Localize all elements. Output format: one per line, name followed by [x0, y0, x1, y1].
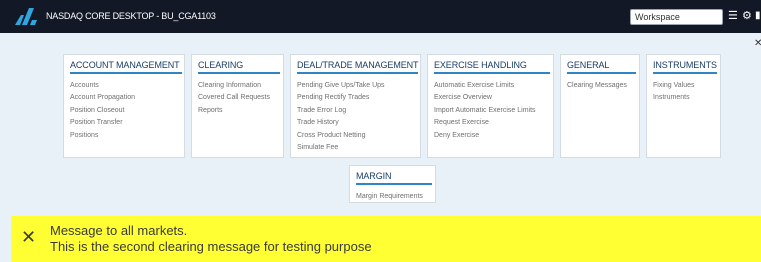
card-items: Automatic Exercise Limits Exercise Overv… [434, 80, 536, 142]
menu-item-reports[interactable]: Reports [198, 105, 270, 117]
card-general: GENERAL Clearing Messages [560, 54, 640, 158]
menu-item-covered-call-requests[interactable]: Covered Call Requests [198, 92, 270, 104]
card-items: Margin Requirements [356, 191, 423, 203]
message-banner: ✕ Message to all markets. This is the se… [11, 216, 761, 262]
card-underline [567, 72, 636, 74]
card-exercise-handling: EXERCISE HANDLING Automatic Exercise Lim… [427, 54, 554, 158]
card-title: EXERCISE HANDLING [434, 60, 527, 70]
banner-message-body: This is the second clearing message for … [50, 239, 372, 254]
app-title: NASDAQ CORE DESKTOP - BU_CGA1103 [46, 11, 216, 21]
card-underline [297, 72, 418, 74]
hamburger-icon[interactable]: ☰ [728, 10, 738, 22]
card-account-management: ACCOUNT MANAGEMENT Accounts Account Prop… [63, 54, 185, 158]
card-items: Clearing Information Covered Call Reques… [198, 80, 270, 117]
gear-icon[interactable]: ⚙ [742, 10, 752, 22]
card-margin: MARGIN Margin Requirements [349, 165, 436, 203]
menu-item-exercise-overview[interactable]: Exercise Overview [434, 92, 536, 104]
menu-item-fixing-values[interactable]: Fixing Values [653, 80, 695, 92]
menu-item-margin-requirements[interactable]: Margin Requirements [356, 191, 423, 203]
menu-item-automatic-exercise-limits[interactable]: Automatic Exercise Limits [434, 80, 536, 92]
menu-item-position-closeout[interactable]: Position Closeout [70, 105, 135, 117]
close-icon[interactable]: ✕ [754, 38, 761, 49]
menu-item-trade-history[interactable]: Trade History [297, 117, 385, 129]
card-underline [653, 72, 717, 74]
workspace-select[interactable]: Workspace [630, 9, 723, 25]
menu-item-clearing-information[interactable]: Clearing Information [198, 80, 270, 92]
menu-item-pending-give-ups[interactable]: Pending Give Ups/Take Ups [297, 80, 385, 92]
menu-item-deny-exercise[interactable]: Deny Exercise [434, 130, 536, 142]
card-title: INSTRUMENTS [653, 60, 717, 70]
menu-item-trade-error-log[interactable]: Trade Error Log [297, 105, 385, 117]
card-items: Clearing Messages [567, 80, 627, 92]
menu-item-cross-product-netting[interactable]: Cross Product Netting [297, 130, 385, 142]
overflow-icon[interactable]: ▮ [755, 10, 761, 22]
card-deal-trade-management: DEAL/TRADE MANAGEMENT Pending Give Ups/T… [290, 54, 421, 158]
menu-item-position-transfer[interactable]: Position Transfer [70, 117, 135, 129]
menu-item-clearing-messages[interactable]: Clearing Messages [567, 80, 627, 92]
menu-item-import-automatic-exercise-limits[interactable]: Import Automatic Exercise Limits [434, 105, 536, 117]
menu-item-account-propagation[interactable]: Account Propagation [70, 92, 135, 104]
card-title: ACCOUNT MANAGEMENT [70, 60, 180, 70]
nasdaq-logo-icon [15, 8, 37, 25]
card-title: MARGIN [356, 171, 392, 181]
top-bar: NASDAQ CORE DESKTOP - BU_CGA1103 Workspa… [0, 0, 761, 33]
card-items: Fixing Values Instruments [653, 80, 695, 105]
card-title: CLEARING [198, 60, 244, 70]
card-items: Pending Give Ups/Take Ups Pending Rectif… [297, 80, 385, 154]
dismiss-banner-icon[interactable]: ✕ [21, 228, 36, 246]
card-underline [434, 72, 550, 74]
card-items: Accounts Account Propagation Position Cl… [70, 80, 135, 142]
menu-item-request-exercise[interactable]: Request Exercise [434, 117, 536, 129]
card-title: DEAL/TRADE MANAGEMENT [297, 60, 419, 70]
menu-item-instruments[interactable]: Instruments [653, 92, 695, 104]
menu-item-positions[interactable]: Positions [70, 130, 135, 142]
menu-item-accounts[interactable]: Accounts [70, 80, 135, 92]
banner-message-title: Message to all markets. [50, 223, 188, 238]
card-underline [198, 72, 280, 74]
card-underline [70, 72, 182, 74]
menu-item-simulate-fee[interactable]: Simulate Fee [297, 142, 385, 154]
card-underline [356, 183, 432, 185]
card-instruments: INSTRUMENTS Fixing Values Instruments [646, 54, 721, 158]
card-title: GENERAL [567, 60, 610, 70]
card-clearing: CLEARING Clearing Information Covered Ca… [191, 54, 284, 158]
menu-item-pending-rectify-trades[interactable]: Pending Rectify Trades [297, 92, 385, 104]
